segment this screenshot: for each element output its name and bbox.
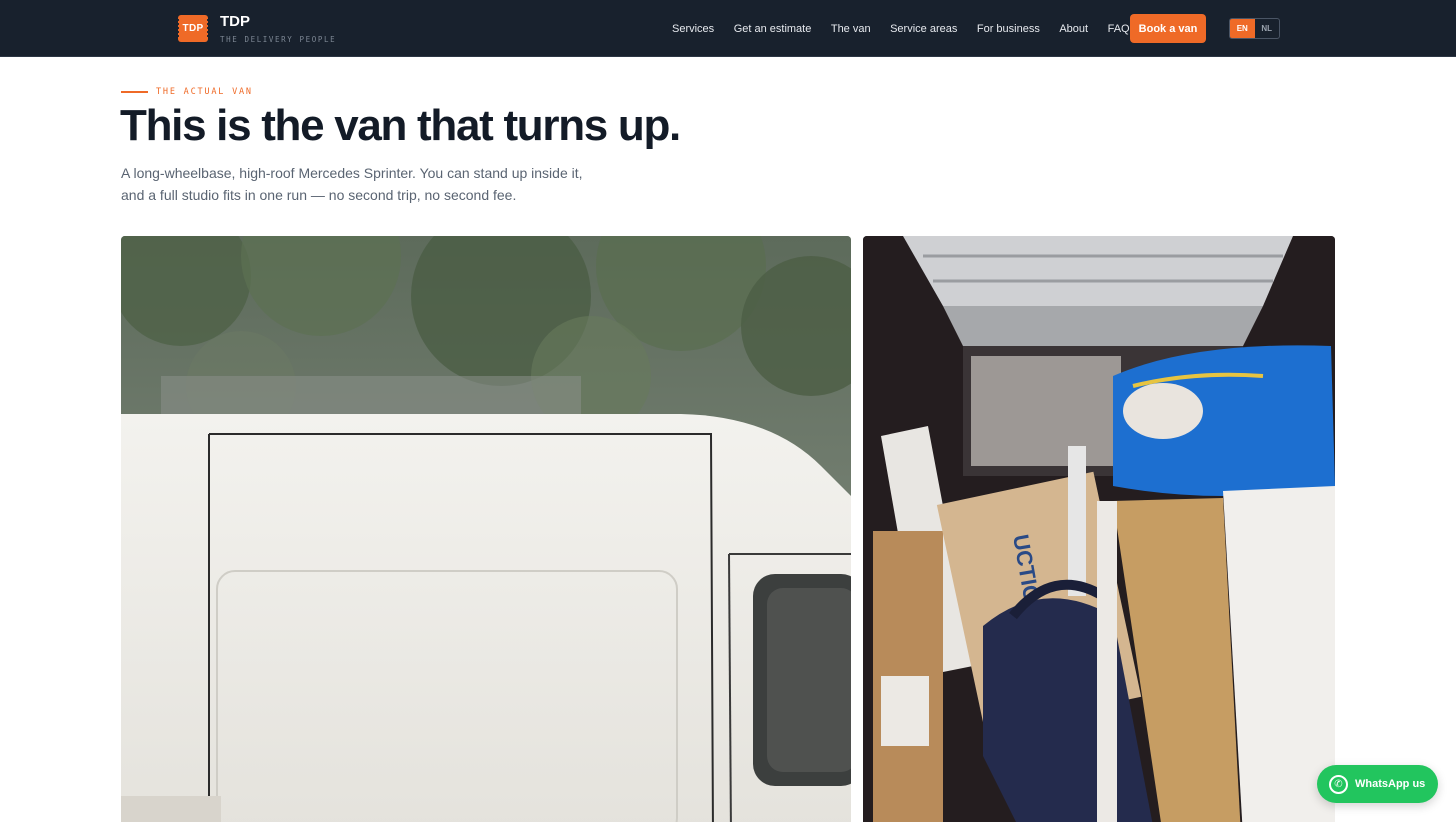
nav-for-business[interactable]: For business — [977, 23, 1040, 35]
hero-description-line-2: and a full studio fits in one run — no s… — [121, 187, 517, 203]
logo-text: TDP — [182, 23, 204, 34]
van-cargo-photo: UCTION — [863, 236, 1335, 822]
whatsapp-button[interactable]: ✆ WhatsApp us — [1317, 765, 1438, 803]
nav-the-van[interactable]: The van — [831, 23, 871, 35]
lang-nl-button[interactable]: NL — [1255, 19, 1280, 38]
nav-get-estimate[interactable]: Get an estimate — [734, 23, 812, 35]
main-nav: Services Get an estimate The van Service… — [672, 0, 1149, 57]
page-title: This is the van that turns up. — [120, 101, 681, 150]
van-cargo-illustration: UCTION — [863, 236, 1335, 822]
nav-service-areas[interactable]: Service areas — [890, 23, 957, 35]
language-switcher: EN NL — [1229, 18, 1280, 39]
brand-text: TDP THE DELIVERY PEOPLE — [220, 13, 336, 44]
nav-about[interactable]: About — [1059, 23, 1088, 35]
hero-description-line-1: A long-wheelbase, high-roof Mercedes Spr… — [121, 165, 583, 181]
tdp-logo-stamp: TDP — [177, 15, 209, 42]
eyebrow-text: THE ACTUAL VAN — [156, 87, 253, 97]
brand-logo-link[interactable]: TDP TDP THE DELIVERY PEOPLE — [177, 13, 336, 44]
brand-name: TDP — [220, 13, 250, 30]
site-header: TDP TDP THE DELIVERY PEOPLE Services Get… — [0, 0, 1456, 57]
nav-faq[interactable]: FAQ — [1108, 23, 1130, 35]
whatsapp-label: WhatsApp us — [1355, 778, 1426, 790]
hero-description: A long-wheelbase, high-roof Mercedes Spr… — [121, 162, 601, 206]
van-exterior-photo — [121, 236, 851, 822]
brand-tagline: THE DELIVERY PEOPLE — [220, 35, 337, 44]
eyebrow-rule — [121, 91, 148, 93]
van-exterior-illustration — [121, 236, 851, 822]
section-eyebrow: THE ACTUAL VAN — [121, 87, 253, 97]
nav-services[interactable]: Services — [672, 23, 714, 35]
book-van-button[interactable]: Book a van — [1130, 14, 1206, 43]
lang-en-button[interactable]: EN — [1230, 19, 1255, 38]
whatsapp-icon: ✆ — [1329, 774, 1348, 794]
